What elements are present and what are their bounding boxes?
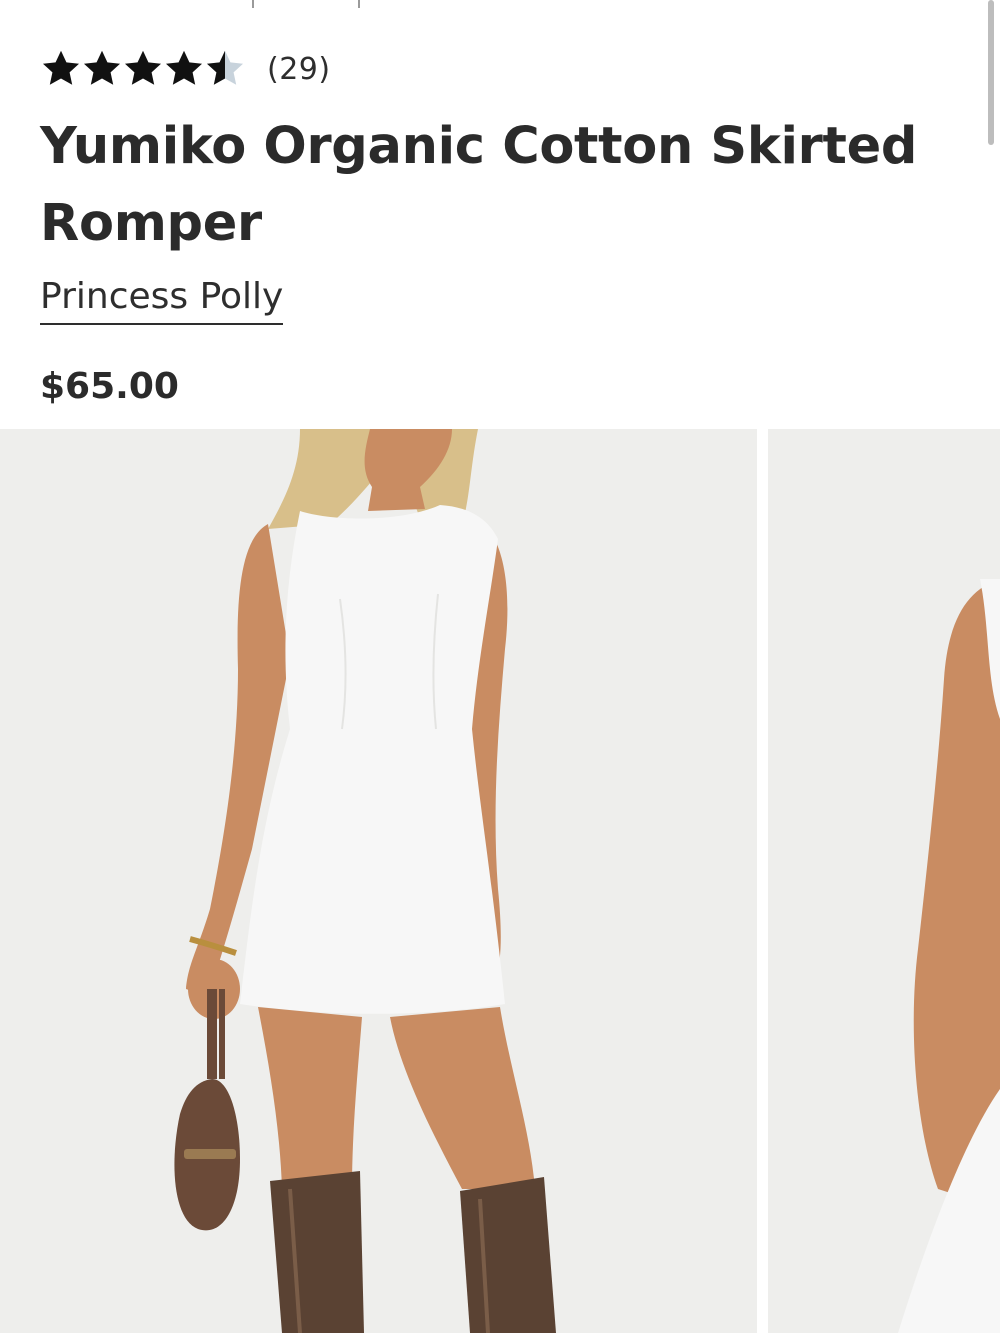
- product-title: Yumiko Organic Cotton Skirted Romper: [40, 117, 918, 253]
- product-photo-front[interactable]: [0, 429, 757, 1333]
- star-icon: [42, 50, 80, 85]
- scrollbar[interactable]: [988, 0, 994, 145]
- star-icon: [124, 50, 162, 85]
- model-front-image: [0, 429, 757, 1333]
- brand-link[interactable]: Princess Polly: [40, 274, 284, 325]
- review-count[interactable]: (29): [267, 52, 331, 87]
- product-photo-side[interactable]: [768, 429, 1000, 1333]
- model-side-image: [768, 429, 1000, 1333]
- previous-content-edge: [0, 0, 1000, 12]
- rating-stars: [40, 48, 245, 90]
- star-icon: [83, 50, 121, 85]
- star-icon: [165, 50, 203, 85]
- product-image-carousel[interactable]: [0, 429, 1000, 1333]
- product-rating[interactable]: (29): [40, 46, 331, 92]
- half-star-icon: [206, 50, 244, 85]
- product-page: (29) Yumiko Organic Cotton Skirted Rompe…: [0, 0, 1000, 1333]
- product-price: $65.00: [40, 366, 179, 407]
